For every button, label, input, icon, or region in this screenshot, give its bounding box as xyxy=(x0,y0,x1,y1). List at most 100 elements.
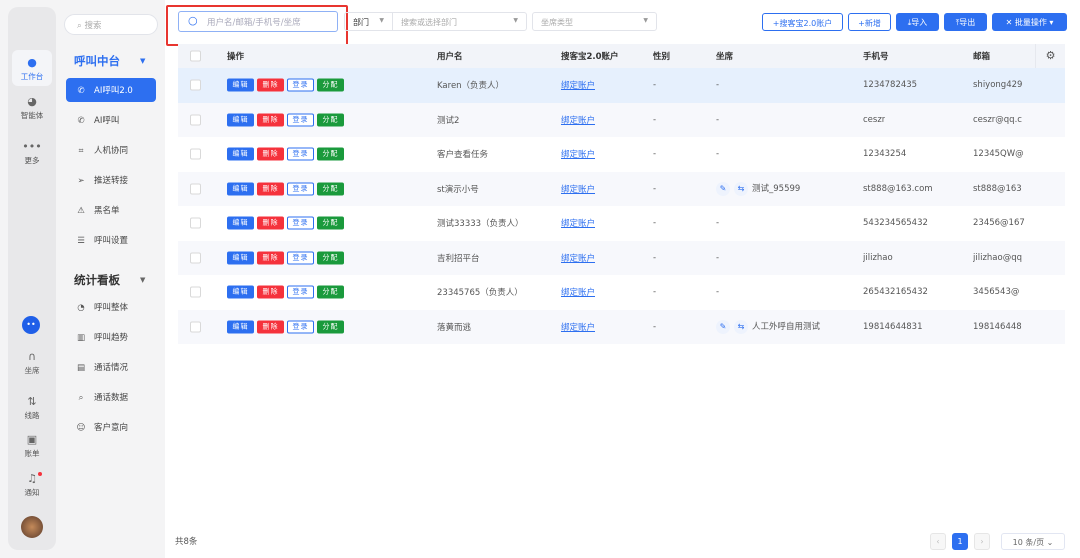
row-checkbox[interactable] xyxy=(190,114,201,126)
login-button[interactable]: 登录 xyxy=(287,320,314,334)
edit-button[interactable]: 编辑 xyxy=(227,147,254,161)
swap-icon[interactable]: ⇆ xyxy=(734,319,748,334)
delete-button[interactable]: 删除 xyxy=(257,216,284,230)
assign-button[interactable]: 分配 xyxy=(317,113,344,127)
edit-button[interactable]: 编辑 xyxy=(227,216,254,230)
page-1-button[interactable]: 1 xyxy=(952,533,968,550)
edit-button[interactable]: 编辑 xyxy=(227,285,254,299)
delete-button[interactable]: 删除 xyxy=(257,251,284,265)
row-checkbox[interactable] xyxy=(190,79,201,91)
row-checkbox[interactable] xyxy=(190,183,201,195)
sidebar-search-input[interactable]: ⌕ 搜索 xyxy=(64,14,158,35)
dept-select[interactable]: 部门 ▼ xyxy=(344,12,392,31)
gender-cell: - xyxy=(653,149,657,160)
rail-item-3[interactable]: ∩ 坐席 xyxy=(12,350,52,376)
row-actions: 编辑 删除 登录 分配 xyxy=(227,216,344,230)
edit-button[interactable]: 编辑 xyxy=(227,78,254,92)
assign-button[interactable]: 分配 xyxy=(317,147,344,161)
assistant-logo-icon[interactable]: •• xyxy=(22,316,40,334)
table-row: 编辑 删除 登录 分配 落黄而逃 绑定账户 - ✎ ⇆ 人工外呼自用测试 19814… xyxy=(178,309,1065,344)
bind-account-link[interactable]: 绑定账户 xyxy=(561,183,595,195)
login-button[interactable]: 登录 xyxy=(287,182,314,196)
section-call-center[interactable]: 呼叫中台 xyxy=(74,53,120,69)
bind-account-link[interactable]: 绑定账户 xyxy=(561,217,595,229)
bind-account-link[interactable]: 绑定账户 xyxy=(561,252,595,264)
sidebar-item-label: 通话情况 xyxy=(94,363,129,373)
dept-search-select[interactable]: 搜索或选择部门 ▼ xyxy=(392,12,527,31)
bind-account-link[interactable]: 绑定账户 xyxy=(561,148,595,160)
chevron-down-icon[interactable]: ▼ xyxy=(140,276,145,284)
assign-button[interactable]: 分配 xyxy=(317,251,344,265)
batch-ops-button[interactable]: ✕ 批量操作 ▾ xyxy=(992,13,1067,31)
edit-button[interactable]: 编辑 xyxy=(227,251,254,265)
rail-item-2[interactable]: ••• 更多 xyxy=(12,140,52,166)
bind-account-button[interactable]: +搜客宝2.0账户 xyxy=(762,13,843,31)
rail-item-4[interactable]: ⇅ 线路 xyxy=(12,395,52,421)
import-button[interactable]: ⤓导入 xyxy=(896,13,939,31)
row-checkbox[interactable] xyxy=(190,321,201,333)
sidebar-item-items2-2[interactable]: ▤ 通话情况 xyxy=(66,355,156,379)
bind-account-link[interactable]: 绑定账户 xyxy=(561,286,595,298)
sidebar-item-items1-5[interactable]: ☰ 呼叫设置 xyxy=(66,228,156,252)
seat-cell: - xyxy=(716,80,719,90)
sidebar-item-items2-0[interactable]: ◔ 呼叫整体 xyxy=(66,295,156,319)
prev-page-button[interactable]: ‹ xyxy=(930,533,946,550)
login-button[interactable]: 登录 xyxy=(287,285,314,299)
assign-button[interactable]: 分配 xyxy=(317,182,344,196)
sidebar-item-items1-0[interactable]: ✆ AI呼叫2.0 xyxy=(66,78,156,102)
next-page-button[interactable]: › xyxy=(974,533,990,550)
edit-icon[interactable]: ✎ xyxy=(716,319,730,334)
sidebar-item-items1-3[interactable]: ➢ 推送转接 xyxy=(66,168,156,192)
sidebar-item-items2-1[interactable]: ▥ 呼叫趋势 xyxy=(66,325,156,349)
delete-button[interactable]: 删除 xyxy=(257,182,284,196)
edit-button[interactable]: 编辑 xyxy=(227,113,254,127)
login-button[interactable]: 登录 xyxy=(287,113,314,127)
add-button[interactable]: +新增 xyxy=(848,13,891,31)
rail-item-6[interactable]: ♫ 通知 xyxy=(12,472,52,498)
chevron-down-icon[interactable]: ▼ xyxy=(140,57,145,65)
sidebar-item-items2-4[interactable]: ☺ 客户意向 xyxy=(66,415,156,439)
assign-button[interactable]: 分配 xyxy=(317,320,344,334)
rail-item-0[interactable]: ● 工作台 xyxy=(12,50,52,86)
edit-button[interactable]: 编辑 xyxy=(227,320,254,334)
row-checkbox[interactable] xyxy=(190,148,201,160)
row-checkbox[interactable] xyxy=(190,286,201,298)
sidebar-item-items1-4[interactable]: ⚠ 黑名单 xyxy=(66,198,156,222)
bind-account-link[interactable]: 绑定账户 xyxy=(561,114,595,126)
assign-button[interactable]: 分配 xyxy=(317,216,344,230)
login-button[interactable]: 登录 xyxy=(287,251,314,265)
delete-button[interactable]: 删除 xyxy=(257,78,284,92)
login-button[interactable]: 登录 xyxy=(287,78,314,92)
edit-icon[interactable]: ✎ xyxy=(716,181,730,196)
bind-account-link[interactable]: 绑定账户 xyxy=(561,321,595,333)
row-checkbox[interactable] xyxy=(190,252,201,264)
delete-button[interactable]: 删除 xyxy=(257,320,284,334)
seat-type-select[interactable]: 坐席类型 ▼ xyxy=(532,12,657,31)
login-button[interactable]: 登录 xyxy=(287,147,314,161)
rail-item-5[interactable]: ▣ 账单 xyxy=(12,433,52,459)
sidebar-item-items2-3[interactable]: ⌕ 通话数据 xyxy=(66,385,156,409)
delete-button[interactable]: 删除 xyxy=(257,285,284,299)
avatar[interactable] xyxy=(21,516,43,538)
assign-button[interactable]: 分配 xyxy=(317,285,344,299)
rail-item-1[interactable]: ◕ 智能体 xyxy=(12,95,52,121)
swap-icon[interactable]: ⇆ xyxy=(734,181,748,196)
sidebar-item-items1-1[interactable]: ✆ AI呼叫 xyxy=(66,108,156,132)
sidebar-item-label: 呼叫设置 xyxy=(94,236,129,246)
delete-button[interactable]: 删除 xyxy=(257,113,284,127)
seat-cell: - xyxy=(716,287,719,297)
row-checkbox[interactable] xyxy=(190,217,201,229)
edit-button[interactable]: 编辑 xyxy=(227,182,254,196)
route-icon: ⇅ xyxy=(27,395,37,408)
delete-button[interactable]: 删除 xyxy=(257,147,284,161)
phone-cell: 1234782435 xyxy=(863,80,918,91)
bind-account-link[interactable]: 绑定账户 xyxy=(561,79,595,91)
page-size-select[interactable]: 10 条/页 ⌄ xyxy=(1001,533,1065,550)
assign-button[interactable]: 分配 xyxy=(317,78,344,92)
settings-gear-icon[interactable]: ⚙ xyxy=(1035,44,1065,68)
section-stats[interactable]: 统计看板 xyxy=(74,272,120,288)
sidebar-item-items1-2[interactable]: ⌗ 人机协同 xyxy=(66,138,156,162)
login-button[interactable]: 登录 xyxy=(287,216,314,230)
select-all-checkbox[interactable] xyxy=(190,50,201,62)
export-button[interactable]: ⤒导出 xyxy=(944,13,987,31)
